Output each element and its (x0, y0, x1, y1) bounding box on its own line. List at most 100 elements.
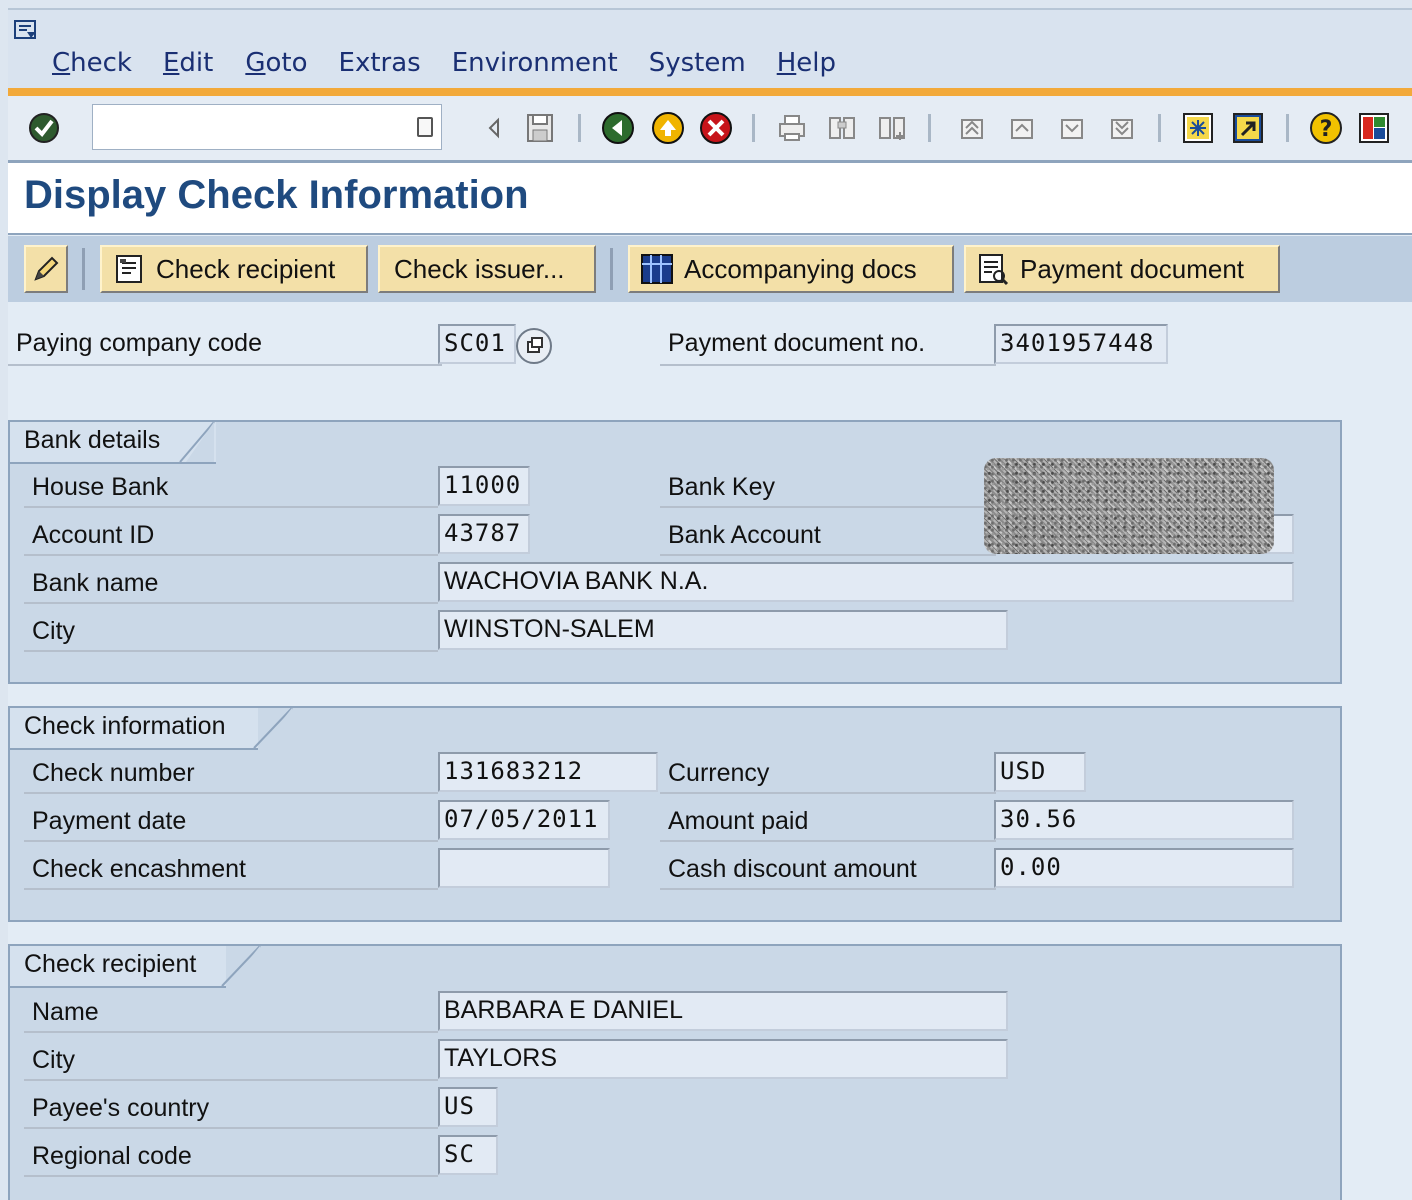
find-icon[interactable] (822, 108, 862, 148)
check-issuer-button[interactable]: Check issuer... (378, 245, 596, 293)
amount-paid-label: Amount paid (668, 807, 809, 835)
exit-icon[interactable] (648, 108, 688, 148)
bank-details-tab: Bank details (10, 422, 216, 464)
menu-edit[interactable]: Edit (163, 48, 213, 84)
label-underline (660, 506, 996, 508)
svg-text:?: ? (1320, 117, 1333, 142)
check-number-field[interactable]: 131683212 (438, 752, 658, 792)
house-bank-label: House Bank (32, 473, 169, 501)
toolbar-separator (1158, 114, 1161, 142)
check-recipient-tab: Check recipient (10, 946, 226, 988)
check-number-label: Check number (32, 759, 195, 787)
check-recipient-button[interactable]: Check recipient (100, 245, 368, 293)
help-icon[interactable]: ? (1306, 108, 1346, 148)
cash-discount-amount-field[interactable]: 0.00 (994, 848, 1294, 888)
paying-company-code-field[interactable]: SC01 (438, 324, 516, 364)
payment-document-button[interactable]: Payment document (964, 245, 1280, 293)
title-bar: Display Check Information (8, 163, 1412, 235)
command-history-icon[interactable] (417, 117, 433, 137)
account-id-label: Account ID (32, 521, 155, 549)
bank-name-field[interactable]: WACHOVIA BANK N.A. (438, 562, 1294, 602)
label-underline (24, 840, 438, 842)
payment-document-no-field[interactable]: 3401957448 (994, 324, 1168, 364)
regional-code-label: Regional code (32, 1142, 192, 1170)
app-toolbar-separator (610, 248, 613, 290)
label-underline (24, 554, 438, 556)
label-underline (24, 1031, 438, 1033)
label-underline (24, 650, 438, 652)
recipient-name-field[interactable]: BARBARA E DANIEL (438, 991, 1008, 1031)
check-encashment-field[interactable] (438, 848, 610, 888)
redacted-area (984, 458, 1274, 554)
amount-paid-field[interactable]: 30.56 (994, 800, 1294, 840)
last-page-icon[interactable] (1102, 108, 1142, 148)
sap-window: Check Edit Goto Extras Environment Syste… (8, 8, 1412, 1200)
recipient-city-label: City (32, 1046, 76, 1074)
standard-toolbar: ? (8, 96, 1412, 163)
layout-menu-icon[interactable] (1354, 108, 1394, 148)
previous-page-icon[interactable] (1002, 108, 1042, 148)
check-information-title: Check information (24, 712, 226, 740)
label-underline (660, 888, 996, 890)
payment-date-field[interactable]: 07/05/2011 (438, 800, 610, 840)
bank-name-label: Bank name (32, 569, 159, 597)
first-page-icon[interactable] (952, 108, 992, 148)
display-change-button[interactable] (24, 245, 68, 293)
house-bank-field[interactable]: 11000 (438, 466, 530, 506)
payment-document-label: Payment document (1020, 253, 1245, 284)
menu-extras[interactable]: Extras (339, 48, 421, 84)
label-underline (24, 1079, 438, 1081)
menu-help[interactable]: Help (777, 48, 836, 84)
bank-details-title: Bank details (24, 426, 161, 454)
page-title: Display Check Information (24, 173, 529, 217)
print-icon[interactable] (772, 108, 812, 148)
command-field[interactable] (93, 105, 403, 147)
document-icon (112, 252, 146, 286)
bank-key-label: Bank Key (668, 473, 776, 501)
check-issuer-label: Check issuer... (394, 253, 565, 284)
label-underline (8, 364, 442, 366)
recipient-name-label: Name (32, 998, 99, 1026)
possible-entries-icon[interactable] (514, 326, 554, 366)
menu-system[interactable]: System (649, 48, 746, 84)
cancel-icon[interactable] (696, 108, 736, 148)
pencil-icon (34, 256, 59, 281)
save-icon[interactable] (520, 108, 560, 148)
find-next-icon[interactable] (872, 108, 912, 148)
display-document-icon (976, 252, 1010, 286)
accompanying-docs-button[interactable]: Accompanying docs (628, 245, 954, 293)
check-recipient-title: Check recipient (24, 950, 197, 978)
check-recipient-label: Check recipient (156, 253, 336, 284)
create-session-icon[interactable] (1178, 108, 1218, 148)
regional-code-field[interactable]: SC (438, 1135, 498, 1175)
back-icon[interactable] (598, 108, 638, 148)
bank-city-field[interactable]: WINSTON-SALEM (438, 610, 1008, 650)
currency-field[interactable]: USD (994, 752, 1086, 792)
label-underline (660, 554, 996, 556)
toolbar-separator (1286, 114, 1289, 142)
menu-list: Check Edit Goto Extras Environment Syste… (52, 48, 867, 84)
enter-icon[interactable] (24, 108, 64, 148)
account-id-field[interactable]: 43787 (438, 514, 530, 554)
back-arrow-icon[interactable] (474, 108, 514, 148)
next-page-icon[interactable] (1052, 108, 1092, 148)
menu-environment[interactable]: Environment (452, 48, 618, 84)
label-underline (24, 1175, 438, 1177)
toolbar-separator (928, 114, 931, 142)
payment-document-no-label: Payment document no. (668, 329, 926, 357)
shortcut-icon[interactable] (1228, 108, 1268, 148)
menu-check[interactable]: Check (52, 48, 132, 84)
label-underline (660, 364, 996, 366)
payee-country-field[interactable]: US (438, 1087, 498, 1127)
table-grid-icon (640, 252, 674, 286)
recipient-city-field[interactable]: TAYLORS (438, 1039, 1008, 1079)
cash-discount-amount-label: Cash discount amount (668, 855, 917, 883)
accompanying-docs-label: Accompanying docs (684, 253, 917, 284)
system-menu-icon[interactable] (12, 18, 40, 42)
bank-city-label: City (32, 617, 76, 645)
toolbar-separator (578, 114, 581, 142)
menu-goto[interactable]: Goto (245, 48, 307, 84)
label-underline (660, 792, 996, 794)
command-field-wrapper (92, 104, 442, 150)
check-encashment-label: Check encashment (32, 855, 247, 883)
